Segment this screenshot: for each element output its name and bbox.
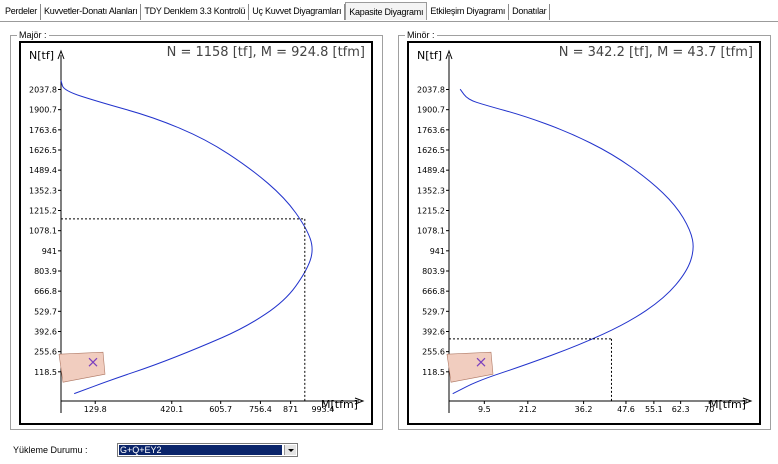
x-tick-label: 871 xyxy=(283,405,298,414)
tab-5[interactable]: Etkileşim Diyagramı xyxy=(427,4,510,20)
x-tick-label: 62.3 xyxy=(672,405,690,414)
y-tick-label: 255.6 xyxy=(422,348,445,357)
x-axis-label: M[tfm] xyxy=(709,398,746,411)
x-tick-label: 36.2 xyxy=(575,405,593,414)
load-case-select[interactable]: G+Q+EY2 xyxy=(117,443,298,457)
y-tick-label: 529.7 xyxy=(422,307,445,316)
y-tick-label: 1626.5 xyxy=(417,146,445,155)
y-tick-label: 1626.5 xyxy=(29,146,57,155)
y-tick-label: 1900.7 xyxy=(417,106,445,115)
x-tick-label: 756.4 xyxy=(249,405,272,414)
y-tick-label: 1215.2 xyxy=(29,206,57,215)
y-axis-label: N[tf] xyxy=(417,49,442,62)
tab-2[interactable]: TDY Denklem 3.3 Kontrolü xyxy=(141,4,250,20)
x-tick-label: 420.1 xyxy=(160,405,183,414)
x-tick-label: 605.7 xyxy=(209,405,232,414)
x-tick-label: 9.5 xyxy=(478,405,491,414)
y-tick-label: 255.6 xyxy=(34,348,57,357)
major-caption: Majör : xyxy=(17,29,49,41)
load-case-value: G+Q+EY2 xyxy=(119,445,282,455)
y-tick-label: 1489.4 xyxy=(29,166,57,175)
x-tick-label: 70 xyxy=(704,405,714,414)
minor-caption: Minör : xyxy=(405,29,437,41)
minor-chart: N = 342.2 [tf], M = 43.7 [tfm] N[tf] M[tf… xyxy=(407,41,761,425)
y-tick-label: 2037.8 xyxy=(29,86,57,95)
tab-bar: Perdeler Kuvvetler-Donatı Alanları TDY Den… xyxy=(0,0,778,22)
x-tick-label: 21.2 xyxy=(519,405,537,414)
y-tick-label: 941 xyxy=(42,247,57,256)
y-tick-label: 118.5 xyxy=(34,368,57,377)
y-tick-label: 1352.3 xyxy=(417,186,445,195)
tab-0[interactable]: Perdeler xyxy=(2,4,42,20)
tab-divider xyxy=(0,21,778,22)
y-tick-label: 1900.7 xyxy=(29,106,57,115)
y-tick-label: 1489.4 xyxy=(417,166,445,175)
y-tick-label: 1352.3 xyxy=(29,186,57,195)
tab-6[interactable]: Donatılar xyxy=(509,4,551,20)
y-tick-label: 666.8 xyxy=(34,287,57,296)
y-tick-label: 803.9 xyxy=(422,267,445,276)
y-tick-label: 1763.6 xyxy=(417,126,445,135)
x-tick-label: 129.8 xyxy=(84,405,107,414)
y-axis-label: N[tf] xyxy=(29,49,54,62)
minor-groupbox: Minör : N = 342.2 [tf], M = 43.7 [tfm] N… xyxy=(398,29,771,430)
minor-chart-plot: N[tf] M[tfm] 2037.8 1900.7 1763.6 1626.5 1489.… xyxy=(417,49,753,414)
chevron-down-icon[interactable] xyxy=(284,445,296,455)
y-tick-label: 392.6 xyxy=(422,327,445,336)
x-tick-label: 993.4 xyxy=(311,405,334,414)
load-cloud xyxy=(446,351,494,383)
y-tick-label: 803.9 xyxy=(34,267,57,276)
y-tick-label: 2037.8 xyxy=(417,86,445,95)
tab-4[interactable]: Kapasite Diyagramı xyxy=(345,2,428,20)
y-tick-label: 1215.2 xyxy=(417,206,445,215)
major-chart: N = 1158 [tf], M = 924.8 [tfm] N[tf] M[tf… xyxy=(19,41,373,425)
major-groupbox: Majör : N = 1158 [tf], M = 924.8 [tfm] N… xyxy=(10,29,383,430)
x-tick-label: 55.1 xyxy=(645,405,663,414)
y-tick-label: 392.6 xyxy=(34,327,57,336)
y-tick-label: 529.7 xyxy=(34,307,57,316)
load-case-label: Yükleme Durumu : xyxy=(13,445,88,455)
y-tick-label: 1078.1 xyxy=(29,227,57,236)
y-tick-label: 666.8 xyxy=(422,287,445,296)
y-tick-label: 941 xyxy=(430,247,445,256)
x-tick-label: 47.6 xyxy=(617,405,635,414)
y-tick-label: 1763.6 xyxy=(29,126,57,135)
tab-strip: Perdeler Kuvvetler-Donatı Alanları TDY Den… xyxy=(2,2,551,22)
tab-3[interactable]: Uç Kuvvet Diyagramları xyxy=(249,4,346,20)
major-chart-plot: N[tf]M[tfm]2037.81900.71763.61626.51489.… xyxy=(29,49,365,414)
tab-1[interactable]: Kuvvetler-Donatı Alanları xyxy=(41,4,142,20)
capacity-curve xyxy=(452,88,694,395)
load-cloud xyxy=(58,351,106,383)
y-tick-label: 1078.1 xyxy=(417,227,445,236)
y-tick-label: 118.5 xyxy=(422,368,445,377)
capacity-curve xyxy=(60,80,313,395)
